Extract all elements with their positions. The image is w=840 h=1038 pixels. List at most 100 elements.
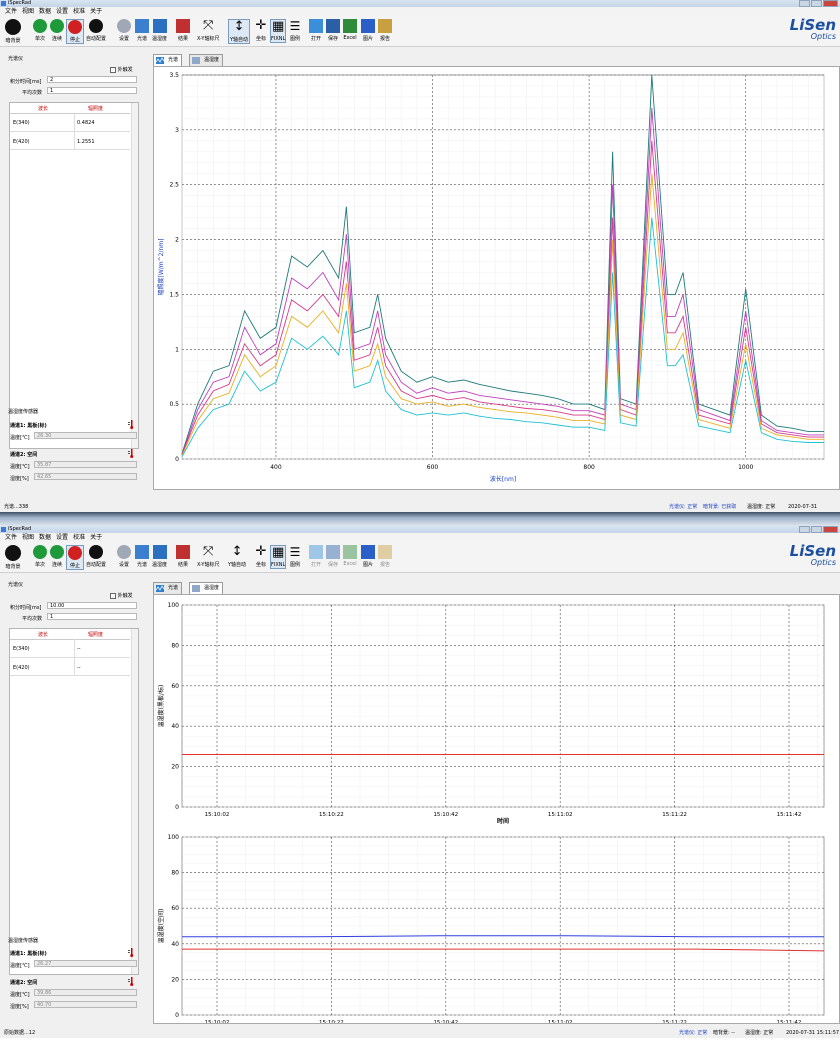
- table-scrollbar[interactable]: [131, 629, 138, 974]
- channel1-label: 通道1: 黑板(标): [10, 423, 47, 429]
- external-trigger-checkbox[interactable]: 外触发: [110, 66, 133, 73]
- menu-settings[interactable]: 设置: [56, 533, 68, 542]
- y-tick-label: 100: [168, 834, 180, 841]
- continuous-button[interactable]: 连续: [50, 545, 64, 568]
- stop-button[interactable]: 停止: [66, 19, 84, 44]
- minimize-button[interactable]: [799, 0, 810, 7]
- integration-time-label: 积分时间[ms]: [10, 605, 42, 611]
- channel2-humidity-value: 40.70: [34, 1001, 137, 1008]
- play-loop-icon: [50, 545, 64, 559]
- excel-button[interactable]: Excel: [343, 19, 357, 41]
- table-scrollbar[interactable]: [131, 103, 138, 448]
- grid-button[interactable]: ▦ FIXNL: [270, 545, 287, 569]
- menu-about[interactable]: 关于: [90, 7, 102, 16]
- legend-button[interactable]: ☰ 图例: [288, 19, 302, 42]
- continuous-button[interactable]: 连续: [50, 19, 64, 42]
- menu-calibrate[interactable]: 校准: [73, 7, 85, 16]
- results-table: 波长 辐照度 E(340) -- E(420) --: [9, 628, 139, 975]
- image-button[interactable]: 图片: [361, 545, 375, 568]
- menu-file[interactable]: 文件: [5, 7, 17, 16]
- status-record-count: 光谱...338: [4, 504, 29, 510]
- menu-calibrate[interactable]: 校准: [73, 533, 85, 542]
- brand-logo: LiSen Optics: [789, 16, 836, 41]
- brand-logo: LiSen Optics: [789, 542, 836, 567]
- coordinate-button[interactable]: ✛ 坐标: [254, 545, 268, 569]
- save-icon: [326, 545, 340, 559]
- y-tick-label: 0: [175, 1012, 179, 1019]
- average-input[interactable]: 1: [47, 87, 137, 94]
- y-auto-button[interactable]: ↕ Y轴自动: [228, 545, 246, 569]
- menu-file[interactable]: 文件: [5, 533, 17, 542]
- excel-button[interactable]: Excel: [343, 545, 357, 567]
- settings-button[interactable]: 设置: [117, 545, 131, 568]
- temp-humidity-button[interactable]: 温湿度: [152, 545, 167, 568]
- tab-spectrum[interactable]: 光谱: [153, 582, 183, 594]
- maximize-button[interactable]: [811, 0, 822, 7]
- spectrometer-heading: 光谱仪: [8, 56, 24, 62]
- spectrum-view-button[interactable]: 光谱: [135, 545, 149, 568]
- auto-config-button[interactable]: 自动配置: [86, 545, 106, 568]
- external-trigger-checkbox[interactable]: 外触发: [110, 592, 133, 599]
- menu-settings[interactable]: 设置: [56, 7, 68, 16]
- column-header-irradiance: 辐照度: [88, 106, 104, 112]
- menu-data[interactable]: 数据: [39, 7, 51, 16]
- play-icon: [33, 19, 47, 33]
- app-window-temp-humidity: iSpecRad 文件 视图 数据 设置 校准 关于 暗背景 单次 连续 停止 自动配置 …: [0, 526, 840, 1038]
- xy-scale-button[interactable]: ⤧ X-Y轴标尺: [197, 544, 219, 569]
- x-tick-label: 15:11:42: [777, 1020, 802, 1023]
- folder-icon: [309, 545, 323, 559]
- settings-button[interactable]: 设置: [117, 19, 131, 42]
- integration-time-input[interactable]: 2: [47, 76, 137, 83]
- x-tick-label: 15:10:02: [205, 1020, 230, 1023]
- xy-scale-button[interactable]: ⤧ X-Y轴标尺: [197, 19, 219, 43]
- single-button[interactable]: 单次: [33, 19, 47, 42]
- integration-time-input[interactable]: 10.00: [47, 602, 137, 609]
- y-tick-label: 40: [171, 723, 179, 730]
- channel2-label: 通道2: 空间: [10, 452, 38, 458]
- dark-background-button[interactable]: 暗背景: [5, 19, 21, 44]
- x-axis-label: 波长[nm]: [490, 475, 516, 483]
- menu-view[interactable]: 视图: [22, 533, 34, 542]
- report-button[interactable]: 报告: [378, 545, 392, 568]
- open-button[interactable]: 打开: [309, 545, 323, 568]
- report-icon: [378, 19, 392, 33]
- list-icon: ☰: [289, 545, 301, 559]
- lightning-icon: [89, 19, 103, 33]
- grid-button[interactable]: ▦ FIXNL: [270, 19, 287, 43]
- menu-about[interactable]: 关于: [90, 533, 102, 542]
- open-button[interactable]: 打开: [309, 19, 323, 42]
- y-auto-button[interactable]: ↕ Y轴自动: [228, 19, 251, 44]
- result-button[interactable]: 结果: [176, 545, 190, 568]
- tab-temp-humidity[interactable]: 温湿度: [189, 54, 224, 66]
- auto-config-button[interactable]: 自动配置: [86, 19, 106, 42]
- expand-icon: ⤧: [203, 544, 214, 559]
- dark-background-button[interactable]: 暗背景: [5, 545, 21, 570]
- average-input[interactable]: 1: [47, 613, 137, 620]
- spectrum-icon: [135, 19, 149, 33]
- y-tick-label: 1.5: [169, 291, 179, 298]
- spectrum-view-button[interactable]: 光谱: [135, 19, 149, 42]
- close-button[interactable]: [823, 0, 838, 7]
- table-row-wavelength: E(340): [13, 646, 30, 652]
- y-tick-label: 100: [168, 602, 180, 609]
- maximize-button[interactable]: [811, 526, 822, 533]
- result-button[interactable]: 结果: [176, 19, 190, 42]
- save-button[interactable]: 保存: [326, 19, 340, 42]
- channel1-temp-label: 温度[℃]: [10, 963, 30, 969]
- save-button[interactable]: 保存: [326, 545, 340, 568]
- legend-button[interactable]: ☰ 图例: [288, 545, 302, 568]
- y-axis-label: 辐照度[W/m^2/nm]: [157, 239, 165, 296]
- temp-humidity-button[interactable]: 温湿度: [152, 19, 167, 42]
- image-button[interactable]: 图片: [361, 19, 375, 42]
- minimize-button[interactable]: [799, 526, 810, 533]
- menu-view[interactable]: 视图: [22, 7, 34, 16]
- single-button[interactable]: 单次: [33, 545, 47, 568]
- spectrum-icon: [156, 585, 164, 592]
- close-button[interactable]: [823, 526, 838, 533]
- play-loop-icon: [50, 19, 64, 33]
- menu-data[interactable]: 数据: [39, 533, 51, 542]
- report-button[interactable]: 报告: [378, 19, 392, 42]
- app-icon: [1, 1, 6, 6]
- stop-button[interactable]: 停止: [66, 545, 84, 570]
- coordinate-button[interactable]: ✛ 坐标: [254, 19, 268, 43]
